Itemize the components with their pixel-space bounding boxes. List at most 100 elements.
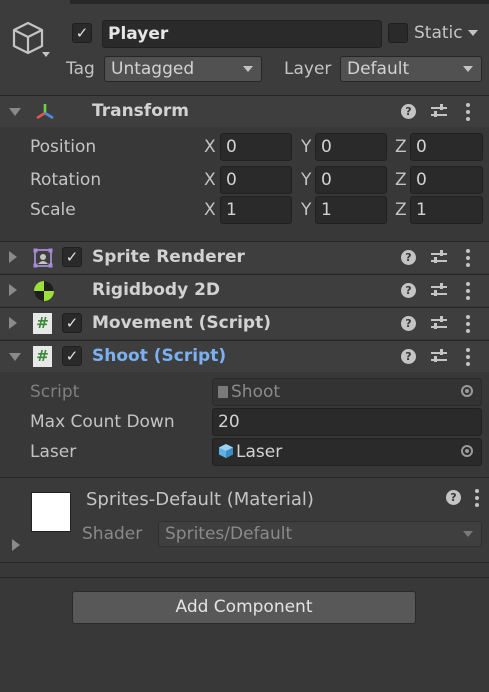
scale-z-field[interactable]: 1 (410, 196, 483, 224)
add-component-label: Add Component (175, 597, 313, 617)
gameobject-header: ✓ Player Static Tag Untagged Layer Defau… (0, 4, 489, 96)
script-field: Shoot (212, 378, 482, 406)
scale-x-field[interactable]: 1 (220, 196, 292, 224)
help-icon[interactable]: ? (401, 250, 416, 265)
help-icon[interactable]: ? (401, 349, 416, 364)
rotation-z-axis[interactable]: Z (395, 170, 407, 190)
material-title: Sprites-Default (Material) (86, 489, 314, 510)
position-x-axis[interactable]: X (204, 137, 216, 157)
transform-body: Position X 0 Y 0 Z 0 Rotation X 0 Y 0 Z … (0, 127, 489, 240)
chevron-down-icon (243, 66, 253, 72)
shoot-title: Shoot (Script) (92, 346, 227, 366)
presets-icon[interactable] (431, 283, 447, 299)
rotation-y-field[interactable]: 0 (315, 166, 387, 194)
gameobject-name-field[interactable]: Player (102, 20, 382, 48)
laser-label: Laser (30, 442, 77, 462)
help-icon[interactable]: ? (401, 316, 416, 331)
presets-icon[interactable] (431, 316, 447, 332)
laser-field[interactable]: Laser (212, 438, 482, 466)
context-menu-icon[interactable] (466, 348, 470, 369)
script-icon: # (33, 346, 52, 367)
script-label: Script (30, 382, 80, 402)
context-menu-icon[interactable] (466, 315, 470, 336)
foldout-closed-icon[interactable] (9, 251, 17, 263)
divider (0, 562, 489, 563)
material-preview[interactable] (31, 492, 71, 532)
foldout-closed-icon[interactable] (9, 284, 17, 296)
movement-enabled-checkbox[interactable]: ✓ (62, 313, 82, 333)
rigidbody-header[interactable]: Rigidbody 2D ? (0, 274, 489, 306)
laser-value: Laser (236, 442, 283, 462)
chevron-down-icon (463, 66, 473, 72)
tag-value: Untagged (111, 59, 195, 79)
position-label: Position (30, 137, 97, 157)
transform-header[interactable]: Transform ? (0, 95, 489, 127)
context-menu-icon[interactable] (466, 249, 470, 270)
shader-dropdown: Sprites/Default (158, 521, 482, 547)
layer-dropdown[interactable]: Default (340, 56, 482, 82)
foldout-closed-icon[interactable] (9, 317, 17, 329)
movement-header[interactable]: # ✓ Movement (Script) ? (0, 307, 489, 339)
transform-axis-icon (36, 104, 54, 120)
scale-y-field[interactable]: 1 (315, 196, 387, 224)
rigidbody-title: Rigidbody 2D (92, 280, 221, 300)
shoot-header[interactable]: # ✓ Shoot (Script) ? (0, 340, 489, 372)
rotation-y-axis[interactable]: Y (301, 170, 311, 190)
static-label[interactable]: Static (414, 23, 463, 43)
object-picker-icon[interactable] (461, 445, 473, 457)
sprite-renderer-enabled-checkbox[interactable]: ✓ (62, 247, 82, 267)
max-count-down-label: Max Count Down (30, 412, 175, 432)
divider (0, 577, 489, 578)
position-z-axis[interactable]: Z (395, 137, 407, 157)
foldout-open-icon[interactable] (9, 353, 21, 361)
script-icon: # (33, 313, 52, 334)
presets-icon[interactable] (431, 104, 447, 120)
position-x-field[interactable]: 0 (220, 133, 292, 161)
layer-value: Default (347, 59, 410, 79)
object-picker-icon (461, 385, 473, 397)
max-count-down-field[interactable]: 20 (212, 408, 482, 436)
rotation-x-axis[interactable]: X (204, 170, 216, 190)
chevron-down-icon (463, 531, 473, 537)
active-checkbox[interactable]: ✓ (72, 23, 92, 43)
static-dropdown-caret-icon[interactable] (468, 30, 478, 36)
movement-title: Movement (Script) (92, 313, 271, 333)
add-component-button[interactable]: Add Component (72, 591, 416, 624)
rotation-x-field[interactable]: 0 (220, 166, 292, 194)
shader-label: Shader (82, 524, 143, 544)
scale-label: Scale (30, 200, 76, 220)
rotation-z-field[interactable]: 0 (410, 166, 483, 194)
shoot-body: Script Shoot Max Count Down 20 Laser Las… (0, 372, 489, 476)
sprite-renderer-header[interactable]: ✓ Sprite Renderer ? (0, 241, 489, 273)
prefab-cube-icon (219, 444, 233, 458)
static-checkbox[interactable] (388, 23, 408, 43)
material-foldout-icon[interactable] (12, 539, 20, 551)
presets-icon[interactable] (431, 250, 447, 266)
help-icon[interactable]: ? (401, 104, 416, 119)
scale-y-axis[interactable]: Y (301, 200, 311, 220)
sprite-renderer-title: Sprite Renderer (92, 247, 245, 267)
gameobject-cube-icon[interactable] (12, 21, 46, 57)
rigidbody-icon (34, 281, 54, 301)
rotation-label: Rotation (30, 170, 102, 190)
shader-value: Sprites/Default (165, 524, 293, 544)
shoot-enabled-checkbox[interactable]: ✓ (62, 346, 82, 366)
icon-dropdown-caret-icon[interactable] (42, 52, 50, 57)
script-file-icon (218, 386, 228, 398)
help-icon[interactable]: ? (446, 490, 461, 505)
transform-title: Transform (92, 101, 189, 121)
scale-z-axis[interactable]: Z (395, 200, 407, 220)
context-menu-icon[interactable] (466, 103, 470, 124)
position-z-field[interactable]: 0 (410, 133, 483, 161)
tag-dropdown[interactable]: Untagged (104, 56, 262, 82)
position-y-field[interactable]: 0 (315, 133, 387, 161)
presets-icon[interactable] (431, 349, 447, 365)
layer-label: Layer (284, 59, 332, 79)
position-y-axis[interactable]: Y (301, 137, 311, 157)
context-menu-icon[interactable] (475, 489, 479, 510)
script-value: Shoot (231, 382, 281, 402)
help-icon[interactable]: ? (401, 283, 416, 298)
foldout-open-icon[interactable] (9, 108, 21, 116)
scale-x-axis[interactable]: X (204, 200, 216, 220)
context-menu-icon[interactable] (466, 282, 470, 303)
